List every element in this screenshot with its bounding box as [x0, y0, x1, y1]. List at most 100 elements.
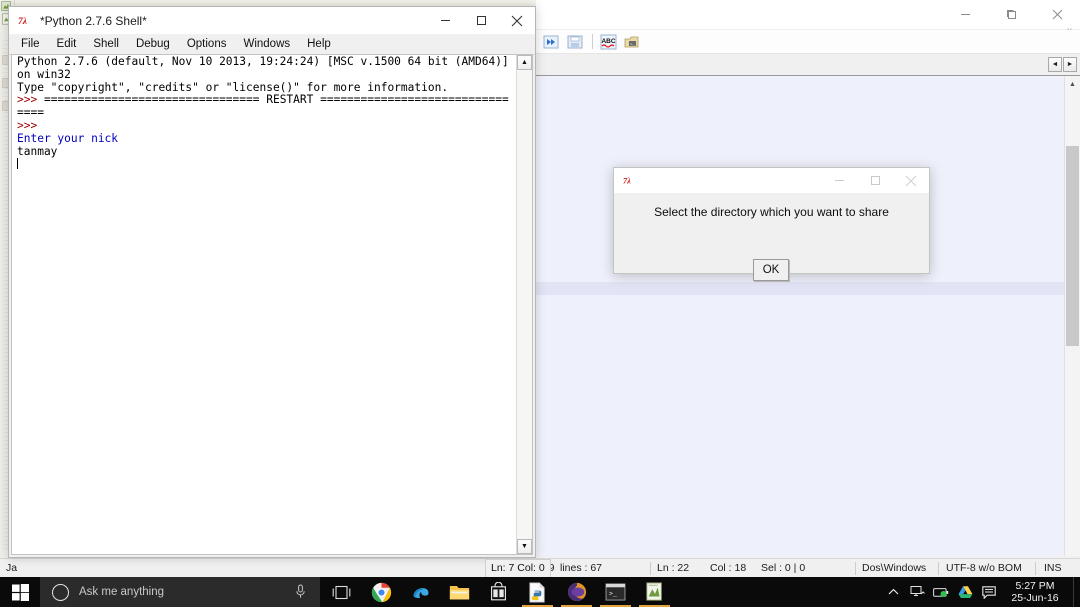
taskbar-clock[interactable]: 5:27 PM 25-Jun-16 [1001, 580, 1073, 604]
edge-icon [413, 588, 428, 598]
store-icon [491, 582, 506, 601]
taskbar-app-file-explorer[interactable] [440, 577, 479, 607]
scroll-up-icon[interactable]: ▲ [517, 55, 532, 70]
shell-user-input: tanmay [17, 144, 58, 158]
action-center-icon[interactable] [977, 577, 1001, 607]
status-insert-mode: INS [1044, 562, 1062, 574]
status-eol: Dos\Windows [862, 562, 927, 574]
notepadpp-icon [645, 582, 662, 601]
menu-shell[interactable]: Shell [93, 38, 119, 51]
macro-playback-icon[interactable] [540, 32, 562, 52]
shell-banner-line1: Python 2.7.6 (default, Nov 10 2013, 19:2… [17, 55, 516, 81]
dialog-body: Select the directory which you want to s… [614, 193, 929, 281]
menu-help[interactable]: Help [307, 38, 331, 51]
python-shell-transcript[interactable]: Python 2.7.6 (default, Nov 10 2013, 19:2… [17, 55, 516, 171]
minimize-icon [821, 168, 857, 193]
file-explorer-icon [449, 585, 470, 599]
python-shell-titlebar[interactable]: 7λ *Python 2.7.6 Shell* [9, 7, 535, 35]
status-sel: Sel : 0 | 0 [761, 562, 806, 574]
notepadpp-window[interactable]: x ABC [536, 0, 1080, 578]
status-language: Ja [6, 562, 18, 574]
share-directory-dialog[interactable]: 7λ Select the directory which you want t… [613, 167, 930, 281]
python-shell-output-area[interactable]: Python 2.7.6 (default, Nov 10 2013, 19:2… [11, 54, 533, 555]
minimize-icon[interactable] [427, 7, 463, 34]
maximize-icon[interactable] [463, 7, 499, 34]
menu-debug[interactable]: Debug [136, 38, 170, 51]
tab-scroll-right-button[interactable]: ► [1063, 57, 1077, 72]
svg-text:7λ: 7λ [623, 177, 631, 186]
python-shell-menubar[interactable]: File Edit Shell Debug Options Windows He… [9, 35, 535, 55]
task-view-icon [332, 585, 350, 599]
shell-prompt: >>> [17, 93, 44, 107]
tab-scroll-left-button[interactable]: ◄ [1048, 57, 1062, 72]
taskbar-app-chrome[interactable] [362, 577, 401, 607]
current-line-highlight [536, 282, 1065, 295]
tab-scroll-controls: ◄ ► [1047, 57, 1077, 72]
svg-text:7λ: 7λ [18, 16, 28, 27]
svg-text:ABC: ABC [601, 38, 615, 45]
taskbar-app-notepadpp[interactable] [635, 577, 674, 607]
menu-edit[interactable]: Edit [57, 38, 77, 51]
toolbar-divider [592, 34, 593, 49]
start-button[interactable] [0, 577, 40, 607]
battery-icon[interactable] [929, 577, 953, 607]
dialog-titlebar[interactable]: 7λ [614, 168, 929, 193]
idle-shell-icon [567, 582, 586, 602]
python-shell-title: *Python 2.7.6 Shell* [40, 14, 147, 27]
command-prompt-icon: >_ [605, 583, 626, 601]
search-circle-icon [52, 583, 69, 601]
notepadpp-titlebar[interactable] [536, 0, 1080, 29]
shell-banner-line2: Type "copyright", "credits" or "license(… [17, 80, 449, 94]
status-divider [938, 562, 939, 575]
search-placeholder: Ask me anything [79, 586, 165, 598]
shell-prompt: >>> [17, 118, 44, 132]
status-divider [855, 562, 856, 575]
scrollbar-thumb[interactable] [1066, 146, 1079, 346]
idle-cursor-position-indicator: Ln: 7 Col: 0 [485, 559, 551, 577]
notepadpp-toolbar[interactable]: ABC >_ [536, 30, 1080, 54]
svg-text:>_: >_ [630, 42, 635, 47]
show-desktop-button[interactable] [1073, 577, 1080, 607]
ok-button[interactable]: OK [753, 259, 789, 281]
python-logo-icon: 7λ [18, 16, 28, 27]
system-tray[interactable] [881, 577, 1001, 607]
status-col: Col : 18 [710, 562, 747, 574]
python-shell-window-controls [427, 7, 535, 34]
google-drive-icon[interactable] [953, 577, 977, 607]
taskbar-app-idle-shell[interactable] [557, 577, 596, 607]
network-icon[interactable] [905, 577, 929, 607]
taskbar-app-edge[interactable] [401, 577, 440, 607]
menu-windows[interactable]: Windows [243, 38, 290, 51]
taskbar-app-command-prompt[interactable]: >_ [596, 577, 635, 607]
task-view-button[interactable] [320, 577, 362, 607]
menu-options[interactable]: Options [187, 38, 227, 51]
minimize-icon[interactable] [942, 0, 988, 29]
taskbar-app-python-file[interactable] [518, 577, 557, 607]
scroll-up-icon[interactable]: ▲ [1065, 76, 1080, 92]
notepadpp-tab-strip[interactable]: ◄ ► [536, 55, 1080, 76]
python-logo-icon: 7λ [623, 177, 631, 186]
close-icon[interactable] [1034, 0, 1080, 29]
run-icon[interactable]: >_ [621, 32, 643, 52]
python-file-icon [529, 582, 545, 602]
text-caret [17, 158, 18, 170]
notepadpp-editor-area[interactable]: ▲ [536, 76, 1080, 556]
maximize-icon[interactable] [988, 0, 1034, 29]
status-divider [650, 562, 651, 575]
status-divider [1035, 562, 1036, 575]
search-box[interactable]: Ask me anything [40, 577, 320, 607]
python-shell-vertical-scrollbar[interactable]: ▲ ▼ [516, 55, 532, 554]
editor-vertical-scrollbar[interactable]: ▲ [1064, 76, 1080, 556]
spellcheck-abc-icon[interactable]: ABC [597, 32, 619, 52]
close-icon[interactable] [499, 7, 535, 34]
microphone-icon[interactable] [295, 584, 306, 604]
menu-file[interactable]: File [21, 38, 40, 51]
status-ln: Ln : 22 [657, 562, 690, 574]
scroll-down-icon[interactable]: ▼ [517, 539, 532, 554]
taskbar-app-store[interactable] [479, 577, 518, 607]
show-hidden-icons-chevron-icon[interactable] [881, 577, 905, 607]
save-macro-icon[interactable] [564, 32, 586, 52]
python-shell-window[interactable]: 7λ *Python 2.7.6 Shell* File Edit Shell … [8, 6, 536, 558]
windows-taskbar[interactable]: Ask me anything >_ 5:27 PM 25-Jun-16 [0, 577, 1080, 607]
status-lines: lines : 67 [560, 562, 603, 574]
